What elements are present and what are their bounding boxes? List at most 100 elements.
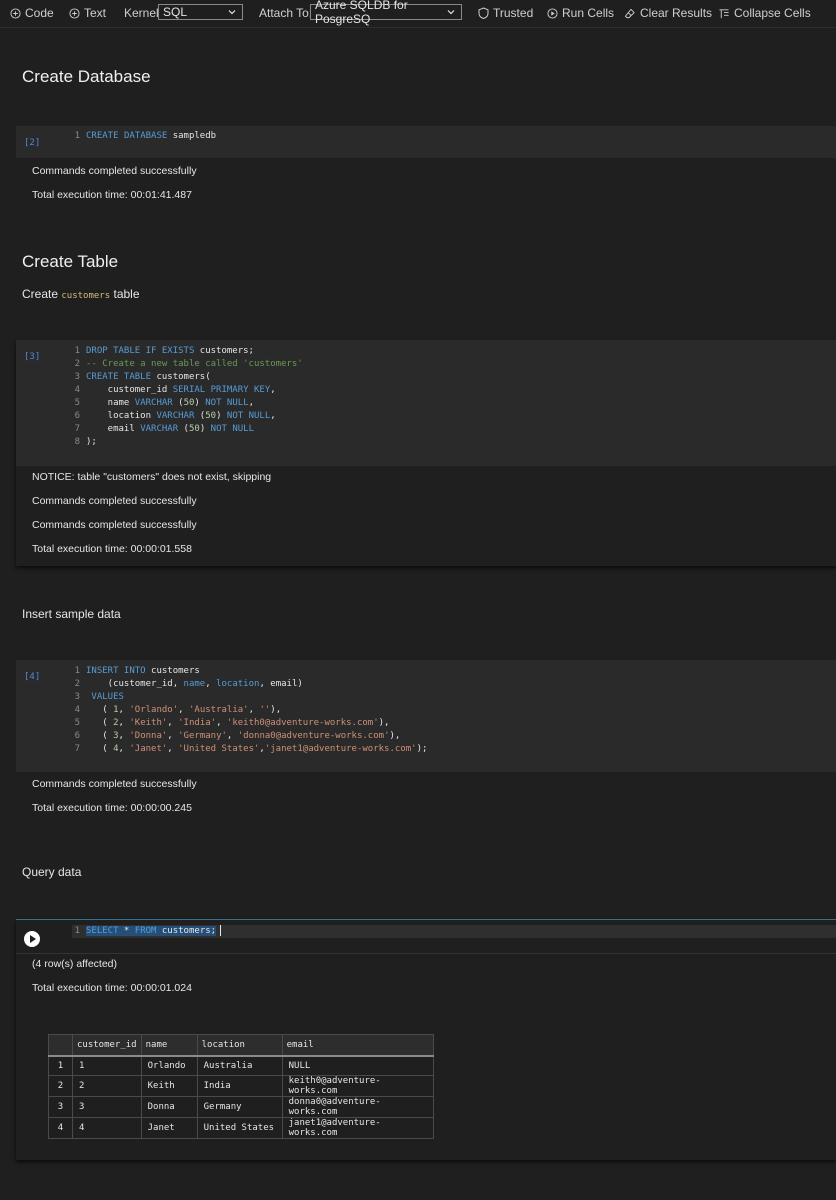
output-text: Commands completed successfully (32, 519, 197, 531)
code-line: 3 VALUES (74, 692, 124, 702)
code-line: 3 CREATE TABLE customers( (74, 372, 211, 382)
row-number-cell[interactable]: 1 (48, 1055, 73, 1076)
table-cell[interactable]: Germany (196, 1096, 283, 1118)
code-line: 5 ( 2, 'Keith', 'India', 'keith0@adventu… (74, 718, 390, 728)
add-code-label: Code (25, 6, 54, 20)
collapse-icon (719, 8, 729, 18)
attach-to-select[interactable]: Azure SQLDB for PosgreSQ (310, 0, 462, 26)
table-row[interactable]: 1 1 Orlando Australia NULL (48, 1055, 435, 1076)
code-line: 4 ( 1, 'Orlando', 'Australia', ''), (74, 705, 282, 715)
code-line: 1 INSERT INTO customers (74, 666, 200, 676)
code-line: 1 DROP TABLE IF EXISTS customers; (74, 346, 254, 356)
code-line: 6 ( 3, 'Donna', 'Germany', 'donna0@adven… (74, 731, 401, 741)
clear-results-label: Clear Results (640, 6, 713, 20)
row-number-cell[interactable]: 4 (48, 1117, 73, 1139)
run-cells-label: Run Cells (562, 6, 615, 20)
output-execution-time: Total execution time: 00:00:01.558 (32, 543, 192, 555)
row-number-cell[interactable]: 2 (48, 1075, 73, 1097)
trusted-label: Trusted (493, 6, 534, 20)
output-execution-time: Total execution time: 00:00:01.024 (32, 982, 192, 994)
shield-icon (478, 7, 489, 19)
results-header-row: customer_id name location email (48, 1034, 435, 1057)
table-cell[interactable]: donna0@adventure-works.com (281, 1096, 435, 1118)
table-cell[interactable]: Donna (140, 1096, 198, 1118)
code-cell-5[interactable]: 1 SELECT * FROM customers; (4 row(s) affe… (16, 919, 836, 1160)
code-line: 1 CREATE DATABASE sampledb (74, 131, 217, 141)
table-cell[interactable]: United States (196, 1117, 283, 1139)
table-cell[interactable]: 1 (72, 1055, 142, 1076)
table-cell[interactable]: Orlando (140, 1055, 198, 1076)
row-number-cell[interactable]: 3 (48, 1096, 73, 1118)
code-cell-4[interactable]: [4] 1 INSERT INTO customers 2 (customer_i… (16, 660, 836, 820)
chevron-down-icon (228, 10, 236, 15)
text-cursor (220, 925, 222, 936)
execution-count: [3] (24, 352, 41, 362)
create-table-text: Create customers table (22, 287, 140, 301)
table-cell[interactable]: 4 (72, 1117, 142, 1139)
column-header-name[interactable]: name (140, 1034, 198, 1057)
table-cell[interactable]: NULL (281, 1055, 435, 1076)
code-line: 7 ( 4, 'Janet', 'United States','janet1@… (74, 744, 428, 754)
kernel-select-value: SQL (163, 5, 188, 19)
table-row[interactable]: 4 4 Janet United States janet1@adventure-wor… (48, 1117, 435, 1139)
code-line: 6 location VARCHAR (50) NOT NULL, (74, 411, 276, 421)
output-execution-time: Total execution time: 00:00:00.245 (32, 802, 192, 814)
code-editor[interactable]: 1 SELECT * FROM customers; (16, 920, 836, 954)
code-line: 8); (74, 437, 97, 447)
results-grid[interactable]: customer_id name location email 1 1 Orland… (48, 1034, 435, 1139)
notebook-toolbar: Code Text Kernel: SQL Attach To: Azure S… (0, 0, 836, 28)
table-cell[interactable]: 2 (72, 1075, 142, 1097)
code-cell-2[interactable]: [2] 1 CREATE DATABASE sampledb Commands c… (16, 126, 836, 206)
clear-results-button[interactable]: Clear Results (624, 5, 712, 21)
play-circle-icon (547, 7, 558, 19)
output-text: Commands completed successfully (32, 495, 197, 507)
code-line: 2 -- Create a new table called 'customers… (74, 359, 303, 369)
output-text: Commands completed successfully (32, 165, 197, 177)
add-text-button[interactable]: Text (69, 5, 106, 21)
chevron-down-icon (447, 10, 455, 15)
plus-circle-icon (10, 7, 21, 19)
code-editor[interactable]: [3] 1 DROP TABLE IF EXISTS customers; 2 --… (16, 340, 836, 466)
run-cell-button[interactable] (24, 931, 40, 947)
collapse-cells-label: Collapse Cells (734, 6, 811, 20)
code-line: 2 (customer_id, name, location, email) (74, 679, 303, 689)
table-cell[interactable]: Keith (140, 1075, 198, 1097)
column-header-email[interactable]: email (281, 1034, 435, 1057)
add-code-button[interactable]: Code (10, 5, 54, 21)
add-text-label: Text (84, 6, 107, 20)
column-header-customer-id[interactable]: customer_id (72, 1034, 142, 1057)
table-cell[interactable]: janet1@adventure-works.com (281, 1117, 435, 1139)
table-cell[interactable]: keith0@adventure-works.com (281, 1075, 435, 1097)
kernel-label: Kernel: (124, 6, 163, 20)
attach-to-label: Attach To: (259, 6, 313, 20)
kernel-select[interactable]: SQL (158, 4, 243, 20)
code-line: 4 customer_id SERIAL PRIMARY KEY, (74, 385, 276, 395)
output-notice: NOTICE: table "customers" does not exist… (32, 471, 272, 483)
trusted-button[interactable]: Trusted (478, 5, 533, 21)
table-cell[interactable]: India (196, 1075, 283, 1097)
table-cell[interactable]: Janet (140, 1117, 198, 1139)
column-header-location[interactable]: location (196, 1034, 283, 1057)
create-table-heading: Create Table (22, 252, 119, 271)
plus-circle-icon (69, 7, 80, 19)
create-database-heading: Create Database (22, 67, 151, 86)
table-row[interactable]: 3 3 Donna Germany donna0@adventure-works.com (48, 1096, 435, 1118)
query-data-text: Query data (22, 865, 82, 879)
eraser-icon (624, 8, 635, 18)
code-line[interactable]: 1 SELECT * FROM customers; (72, 925, 836, 938)
collapse-cells-button[interactable]: Collapse Cells (718, 5, 811, 21)
output-execution-time: Total execution time: 00:01:41.487 (32, 189, 192, 201)
attach-to-select-value: Azure SQLDB for PosgreSQ (315, 0, 408, 26)
inline-code: customers (61, 291, 111, 301)
code-cell-3[interactable]: [3] 1 DROP TABLE IF EXISTS customers; 2 --… (16, 340, 836, 566)
table-row[interactable]: 2 2 Keith India keith0@adventure-works.com (48, 1075, 435, 1097)
table-cell[interactable]: 3 (72, 1096, 142, 1118)
code-line: 5 name VARCHAR (50) NOT NULL, (74, 398, 255, 408)
table-cell[interactable]: Australia (196, 1055, 283, 1076)
output-rows-affected: (4 row(s) affected) (32, 958, 117, 970)
execution-count: [2] (24, 138, 41, 148)
row-number-header (48, 1034, 73, 1057)
run-cells-button[interactable]: Run Cells (547, 5, 614, 21)
code-editor[interactable]: [4] 1 INSERT INTO customers 2 (customer_i… (16, 660, 836, 772)
code-editor[interactable]: [2] 1 CREATE DATABASE sampledb (16, 126, 836, 158)
